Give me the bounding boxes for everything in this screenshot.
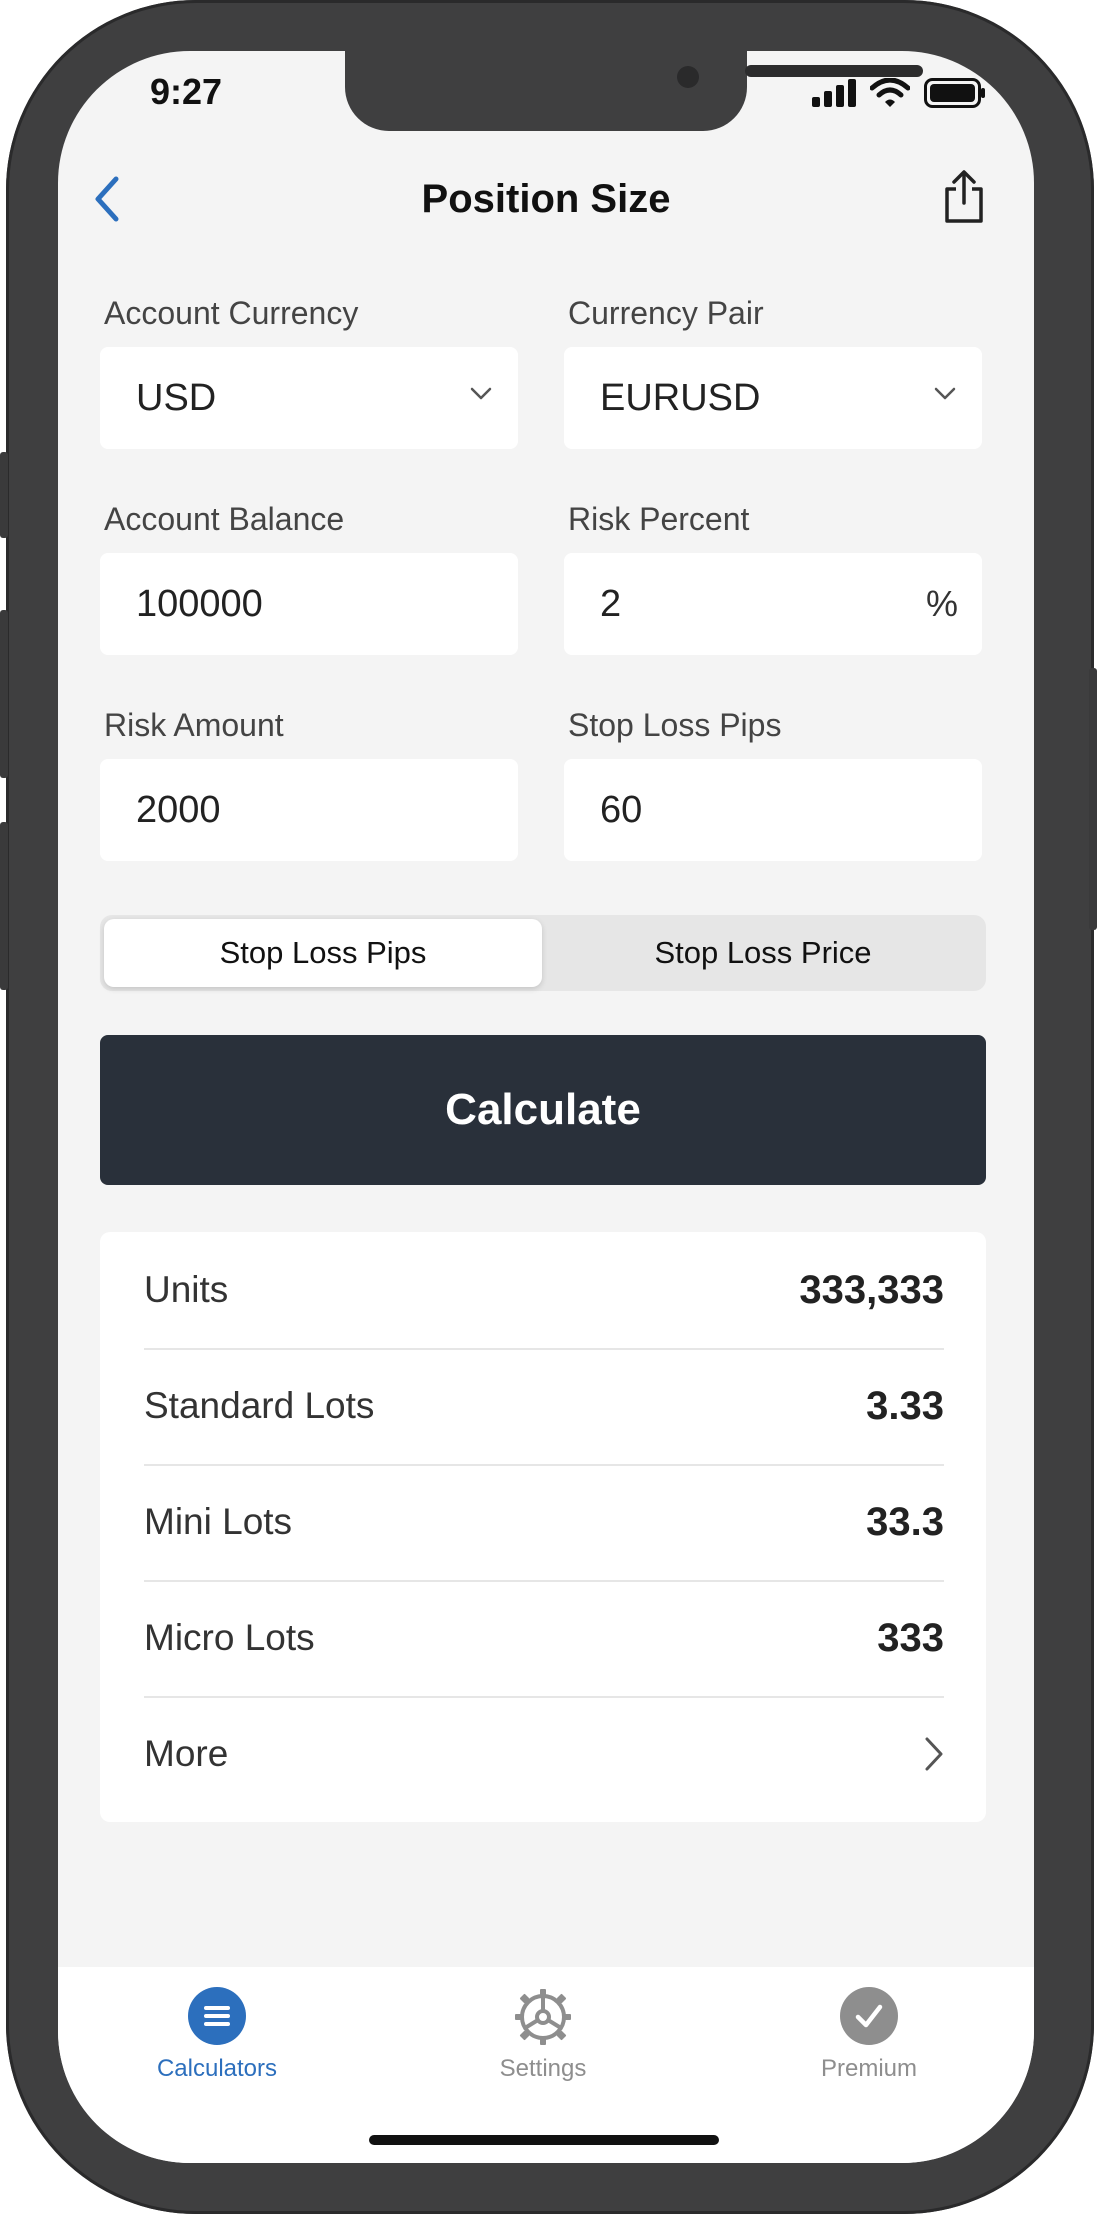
chevron-right-icon [925,1737,943,1771]
result-label: Standard Lots [144,1385,375,1426]
risk-amount-label: Risk Amount [104,707,284,743]
more-label: More [144,1733,229,1774]
side-button-volume-down [0,822,8,990]
risk-amount-value: 2000 [136,788,221,831]
account-currency-field: Account Currency USD [100,293,518,449]
stop-loss-pips-input[interactable]: 60 [564,759,982,861]
home-indicator[interactable] [369,2135,719,2145]
stop-loss-mode-segmented-control: Stop Loss Pips Stop Loss Price [100,915,986,991]
account-currency-select[interactable]: USD [100,347,518,449]
stop-loss-pips-field: Stop Loss Pips 60 [564,705,982,861]
screen: 9:27 Position Size Account Currency USD … [58,51,1034,2163]
result-row-standard-lots: Standard Lots 3.33 [144,1348,944,1464]
result-value: 333 [877,1615,944,1660]
result-label: Units [144,1269,229,1310]
side-button-power [1089,668,1097,930]
risk-amount-input[interactable]: 2000 [100,759,518,861]
cellular-signal-icon [812,79,856,107]
stop-loss-pips-value: 60 [600,788,643,831]
result-row-micro-lots: Micro Lots 333 [144,1580,944,1696]
status-icons [812,78,986,108]
camera [677,66,699,88]
battery-icon [924,78,985,108]
account-currency-value: USD [136,376,217,419]
stop-loss-pips-label: Stop Loss Pips [568,707,782,743]
result-label: Micro Lots [144,1617,315,1658]
currency-pair-select[interactable]: EURUSD [564,347,982,449]
tab-bar: Calculators Settings Premium [58,1967,1034,2163]
result-row-units: Units 333,333 [144,1232,944,1348]
risk-percent-value: 2 [600,582,622,625]
account-balance-field: Account Balance 100000 [100,499,518,655]
status-time: 9:27 [150,71,223,112]
result-label: Mini Lots [144,1501,293,1542]
chevron-down-icon [470,387,492,400]
risk-percent-input[interactable]: 2 % [564,553,982,655]
tab-label: Settings [499,2055,587,2082]
more-row[interactable]: More [144,1696,944,1812]
segment-stop-loss-price[interactable]: Stop Loss Price [544,919,982,987]
risk-amount-field: Risk Amount 2000 [100,705,518,861]
currency-pair-label: Currency Pair [568,295,764,331]
risk-percent-label: Risk Percent [568,501,750,537]
list-icon [188,1987,246,2045]
segment-stop-loss-pips[interactable]: Stop Loss Pips [104,919,542,987]
account-balance-input[interactable]: 100000 [100,553,518,655]
result-value: 33.3 [866,1499,944,1544]
page-title: Position Size [421,177,671,221]
navigation-bar: Position Size [58,159,1034,247]
share-icon [945,170,983,223]
account-balance-value: 100000 [136,582,263,625]
risk-percent-field: Risk Percent 2 % [564,499,982,655]
tab-label: Premium [820,2055,917,2082]
share-button[interactable] [936,165,992,229]
result-row-mini-lots: Mini Lots 33.3 [144,1464,944,1580]
tab-calculators[interactable]: Calculators [117,1987,317,2083]
result-value: 3.33 [866,1383,944,1428]
results-card: Units 333,333 Standard Lots 3.33 Mini Lo… [100,1232,986,1822]
wifi-icon [870,78,910,107]
currency-pair-field: Currency Pair EURUSD [564,293,982,449]
tab-settings[interactable]: Settings [443,1987,643,2083]
tab-label: Calculators [156,2055,278,2082]
currency-pair-value: EURUSD [600,376,761,419]
calculate-button[interactable]: Calculate [100,1035,986,1185]
notch [345,51,923,131]
percent-suffix: % [925,583,958,624]
checkmark-icon [840,1987,898,2045]
account-currency-label: Account Currency [104,295,359,331]
result-value: 333,333 [799,1267,944,1312]
tab-premium[interactable]: Premium [769,1987,969,2083]
speaker [745,65,923,77]
side-button-mute [0,452,8,538]
gear-icon [515,1989,571,2045]
account-balance-label: Account Balance [104,501,345,537]
chevron-down-icon [934,387,956,400]
side-button-volume-up [0,610,8,778]
